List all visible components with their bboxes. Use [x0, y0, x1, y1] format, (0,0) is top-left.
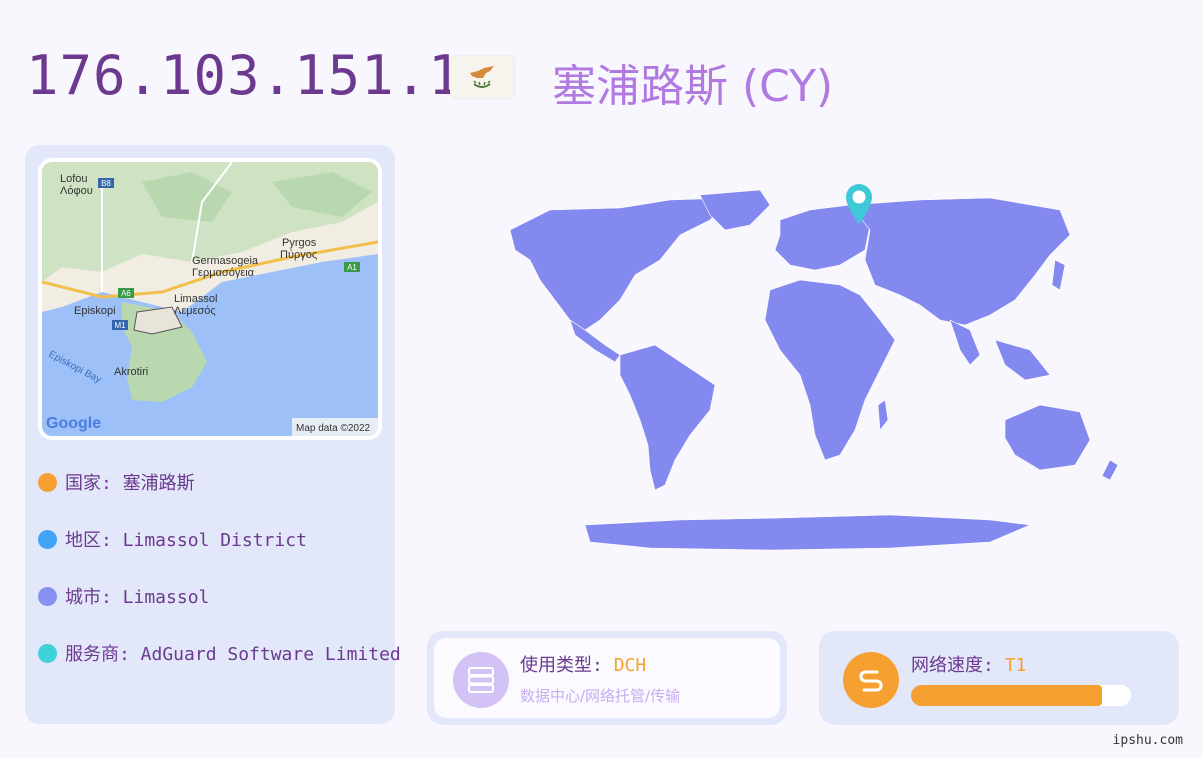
- speed-progress-track: [911, 685, 1131, 706]
- road-m1-label: M1: [114, 321, 126, 330]
- road-b8-label: B8: [101, 179, 111, 188]
- road-a6-label: A6: [121, 289, 131, 298]
- speed-value: T1: [1004, 655, 1027, 676]
- google-logo: Google: [46, 415, 101, 432]
- isp-text: 服务商: AdGuard Software Limited: [65, 644, 401, 665]
- speed-progress-fill: [911, 685, 1103, 706]
- map-label-pyrgos: Pyrgos: [282, 237, 317, 249]
- ip-address: 176.103.151.1: [26, 44, 462, 107]
- speed-label-text: 网络速度:: [911, 655, 1005, 676]
- country-dot-icon: [38, 472, 57, 492]
- country-title: 塞浦路斯 (CY): [552, 61, 834, 112]
- map-label-germasogeia: Germasogeia: [192, 255, 259, 267]
- region-dot-icon: [38, 529, 57, 549]
- road-a1-label: A1: [347, 263, 357, 272]
- cyprus-flag-icon: [450, 56, 514, 98]
- city-dot-icon: [38, 586, 57, 606]
- usage-label-text: 使用类型:: [520, 655, 614, 676]
- city-row: 城市: Limassol: [38, 582, 209, 610]
- watermark: ipshu.com: [1112, 733, 1183, 748]
- map-label-limassol: Limassol: [174, 293, 217, 305]
- google-map[interactable]: B8 A1 A6 M1 Lofou Λόφου Pyrgos Πύργος Ge…: [38, 158, 382, 440]
- map-label-akrotiri: Akrotiri: [114, 366, 148, 378]
- map-label-germasogeia-gr: Γερμασόγεια: [192, 267, 255, 279]
- map-canvas[interactable]: B8 A1 A6 M1 Lofou Λόφου Pyrgos Πύργος Ge…: [42, 162, 378, 436]
- usage-description: 数据中心/网络托管/传输: [520, 687, 681, 705]
- city-text: 城市: Limassol: [65, 587, 210, 608]
- country-text: 国家: 塞浦路斯: [65, 473, 195, 494]
- isp-dot-icon: [38, 643, 57, 663]
- map-label-episkopi: Episkopi: [74, 305, 116, 317]
- country-row: 国家: 塞浦路斯: [38, 468, 195, 496]
- location-pin-icon: [844, 183, 874, 225]
- speed-s-icon: [843, 652, 899, 708]
- region-row: 地区: Limassol District: [38, 525, 307, 553]
- isp-row: 服务商: AdGuard Software Limited: [38, 639, 401, 667]
- map-label-pyrgos-gr: Πύργος: [280, 249, 317, 261]
- usage-type-label: 使用类型: DCH: [520, 651, 646, 677]
- map-attribution[interactable]: Map data ©2022: [296, 423, 371, 434]
- server-icon: [453, 652, 509, 708]
- world-map: [470, 180, 1170, 560]
- map-label-lofou-gr: Λόφου: [60, 185, 93, 197]
- speed-label: 网络速度: T1: [911, 651, 1026, 677]
- region-text: 地区: Limassol District: [65, 530, 307, 551]
- usage-type-value: DCH: [613, 655, 647, 676]
- map-label-lofou: Lofou: [60, 173, 88, 185]
- map-label-limassol-gr: Λεμεσός: [174, 305, 216, 317]
